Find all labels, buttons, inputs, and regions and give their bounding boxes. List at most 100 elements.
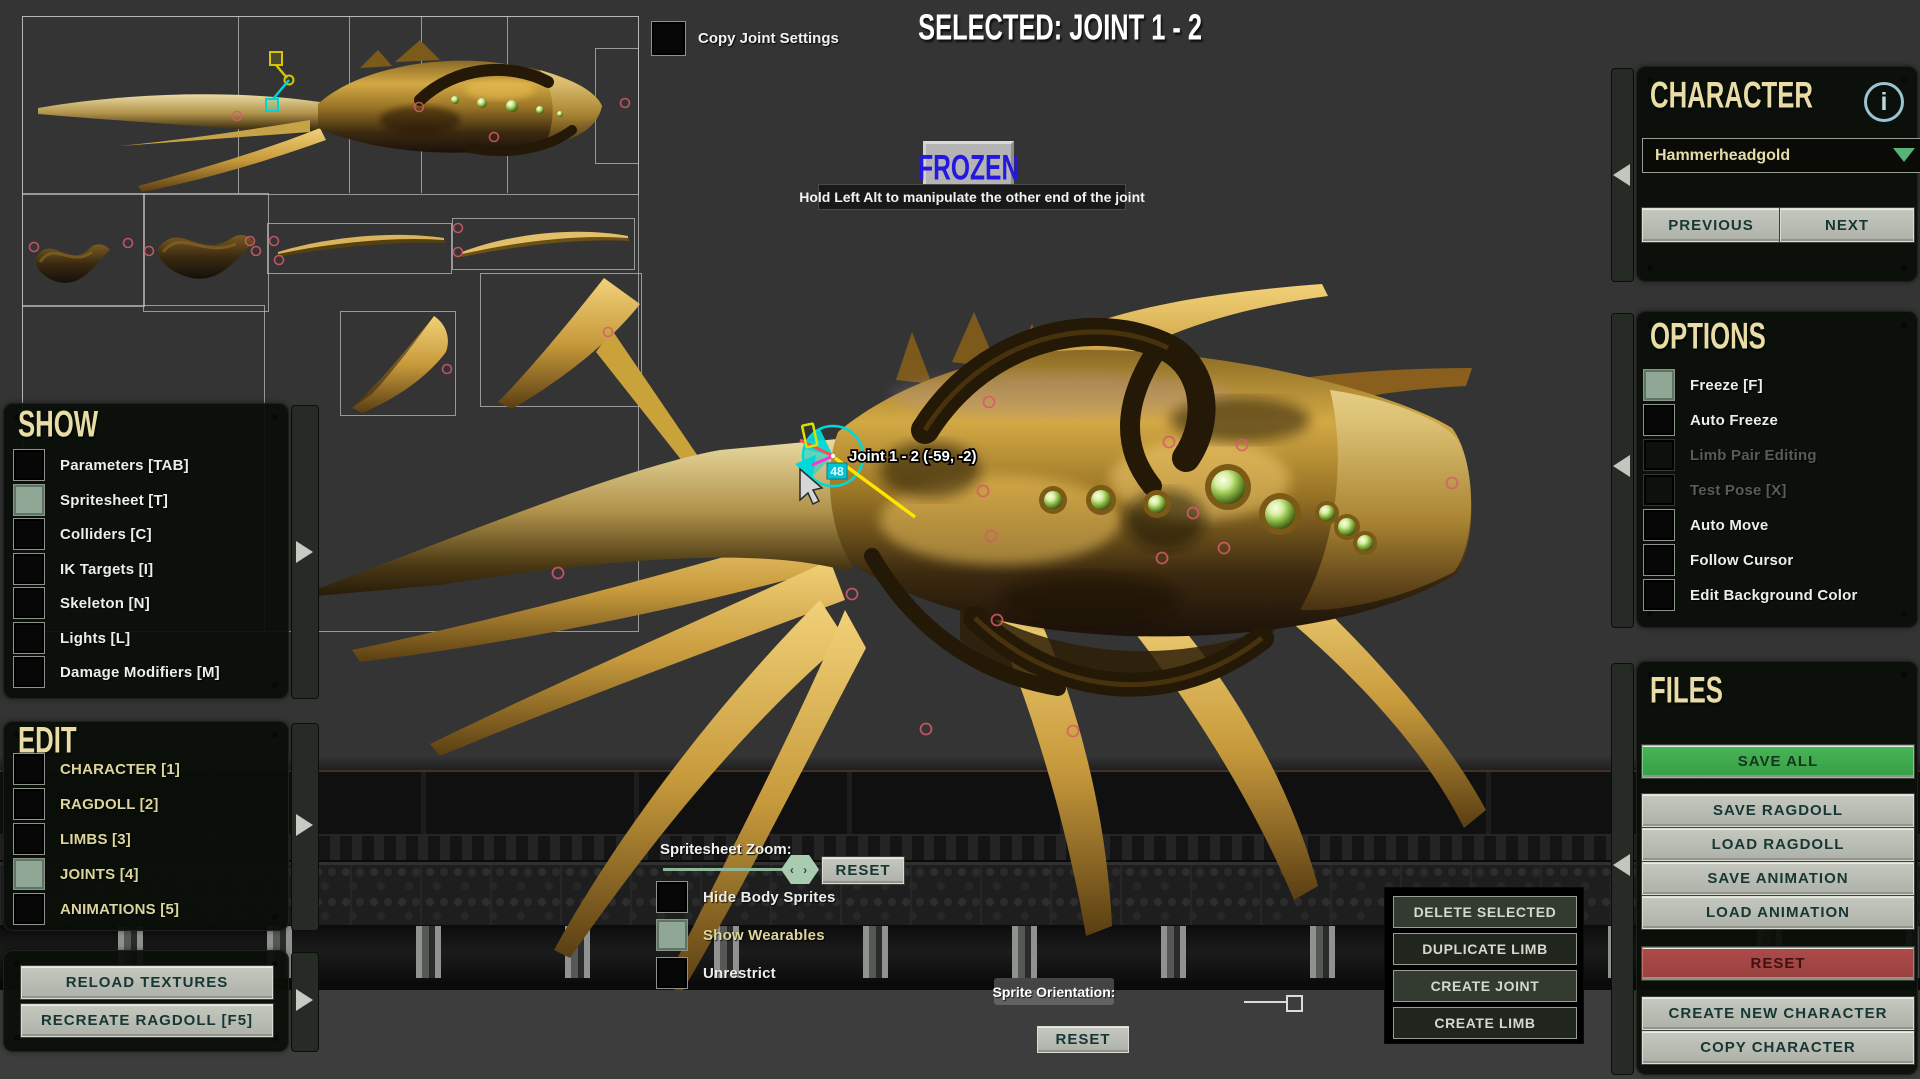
joint-angle-value: 48	[830, 465, 844, 479]
checkbox[interactable]	[656, 881, 688, 913]
copy-joint-settings-checkbox[interactable]	[651, 21, 686, 56]
reset-button[interactable]: RESET	[1642, 947, 1914, 980]
checkbox[interactable]	[656, 957, 688, 989]
checkbox[interactable]	[13, 656, 45, 688]
sprite-triangular-fin[interactable]	[352, 278, 706, 476]
unrestrict-row[interactable]: Unrestrict	[656, 957, 776, 989]
edit-item-joints[interactable]: JOINTS [4]	[13, 858, 139, 890]
sprite-orientation-slider[interactable]	[1286, 995, 1303, 1012]
checkbox[interactable]	[13, 484, 45, 516]
create-new-character-button[interactable]: CREATE NEW CHARACTER	[1642, 997, 1914, 1030]
chevron-left-icon	[1613, 164, 1630, 186]
page-title: SELECTED: JOINT 1 - 2	[880, 10, 1240, 46]
creature-hammerheadgold[interactable]	[293, 284, 1486, 992]
checkbox	[1643, 474, 1675, 506]
reload-textures-button[interactable]: RELOAD TEXTURES	[21, 966, 273, 999]
edit-item-character[interactable]: CHARACTER [1]	[13, 753, 180, 785]
limb-actions-group: DELETE SELECTED DUPLICATE LIMB CREATE JO…	[1385, 888, 1583, 1043]
slider-arrows-icon: ‹ ›	[790, 863, 810, 877]
checkbox[interactable]	[1643, 404, 1675, 436]
files-panel-collapse-tab[interactable]	[1611, 663, 1634, 1075]
duplicate-limb-button[interactable]: DUPLICATE LIMB	[1393, 933, 1577, 965]
sprite-orientation-track[interactable]	[1244, 1001, 1288, 1003]
delete-selected-button[interactable]: DELETE SELECTED	[1393, 896, 1577, 928]
sprite-orientation-label: Sprite Orientation:	[994, 978, 1114, 1005]
load-ragdoll-button[interactable]: LOAD RAGDOLL	[1642, 828, 1914, 861]
chevron-down-icon	[1893, 148, 1915, 162]
chevron-right-icon	[296, 541, 313, 563]
show-item-colliders[interactable]: Colliders [C]	[13, 518, 152, 550]
spritesheet-zoom-reset-button[interactable]: RESET	[822, 857, 904, 884]
hide-body-sprites-row[interactable]: Hide Body Sprites	[656, 881, 836, 913]
sprite-tail-segment[interactable]	[36, 235, 254, 283]
show-wearables-row[interactable]: Show Wearables	[656, 919, 825, 951]
show-panel-title: SHOW	[18, 405, 121, 443]
character-panel: CHARACTER i Hammerheadgold PREVIOUS NEXT	[1636, 66, 1918, 282]
chevron-left-icon	[1613, 854, 1630, 876]
option-freeze[interactable]: Freeze [F]	[1643, 369, 1763, 401]
edit-item-ragdoll[interactable]: RAGDOLL [2]	[13, 788, 159, 820]
checkbox[interactable]	[13, 788, 45, 820]
info-icon[interactable]: i	[1864, 82, 1904, 122]
sprite-full-body[interactable]	[38, 40, 602, 192]
character-select-dropdown[interactable]: Hammerheadgold	[1642, 138, 1920, 173]
options-panel-title: OPTIONS	[1650, 317, 1799, 355]
edit-panel: EDIT CHARACTER [1] RAGDOLL [2] LIMBS [3]…	[3, 721, 289, 931]
load-animation-button[interactable]: LOAD ANIMATION	[1642, 896, 1914, 929]
options-panel-collapse-tab[interactable]	[1611, 313, 1634, 628]
copy-character-button[interactable]: COPY CHARACTER	[1642, 1031, 1914, 1064]
copy-joint-settings-label: Copy Joint Settings	[698, 30, 839, 47]
checkbox[interactable]	[1643, 369, 1675, 401]
show-item-ik-targets[interactable]: IK Targets [I]	[13, 553, 153, 585]
show-item-skeleton[interactable]: Skeleton [N]	[13, 587, 150, 619]
checkbox[interactable]	[13, 823, 45, 855]
checkbox[interactable]	[13, 753, 45, 785]
files-panel: FILES SAVE ALL SAVE RAGDOLL LOAD RAGDOLL…	[1636, 661, 1918, 1075]
option-edit-background-color[interactable]: Edit Background Color	[1643, 579, 1858, 611]
character-panel-title: CHARACTER	[1650, 76, 1859, 114]
panel-screws	[14, 961, 20, 967]
sprite-orientation-reset-button[interactable]: RESET	[1037, 1026, 1129, 1053]
joint-label: Joint 1 - 2 (-59, -2)	[849, 448, 977, 465]
create-limb-button[interactable]: CREATE LIMB	[1393, 1007, 1577, 1039]
texture-actions-panel: RELOAD TEXTURES RECREATE RAGDOLL [F5]	[3, 950, 289, 1052]
checkbox[interactable]	[13, 858, 45, 890]
checkbox[interactable]	[13, 893, 45, 925]
option-test-pose: Test Pose [X]	[1643, 474, 1787, 506]
checkbox[interactable]	[13, 622, 45, 654]
show-panel: SHOW Parameters [TAB] Spritesheet [T] Co…	[3, 403, 289, 699]
option-auto-freeze[interactable]: Auto Freeze	[1643, 404, 1778, 436]
show-panel-collapse-tab[interactable]	[291, 405, 319, 699]
spritesheet-zoom-label: Spritesheet Zoom:	[660, 841, 792, 858]
checkbox[interactable]	[13, 449, 45, 481]
show-item-damage-modifiers[interactable]: Damage Modifiers [M]	[13, 656, 220, 688]
edit-item-limbs[interactable]: LIMBS [3]	[13, 823, 131, 855]
checkbox[interactable]	[1643, 544, 1675, 576]
character-editor: 48 Joint 1 - 2 (-59, -2) Copy Joint Sett…	[0, 0, 1920, 1079]
checkbox[interactable]	[1643, 509, 1675, 541]
show-item-spritesheet[interactable]: Spritesheet [T]	[13, 484, 168, 516]
show-item-lights[interactable]: Lights [L]	[13, 622, 130, 654]
option-follow-cursor[interactable]: Follow Cursor	[1643, 544, 1793, 576]
create-joint-button[interactable]: CREATE JOINT	[1393, 970, 1577, 1002]
texture-actions-collapse-tab[interactable]	[291, 952, 319, 1052]
save-ragdoll-button[interactable]: SAVE RAGDOLL	[1642, 794, 1914, 827]
chevron-right-icon	[296, 814, 313, 836]
checkbox[interactable]	[1643, 579, 1675, 611]
save-all-button[interactable]: SAVE ALL	[1642, 745, 1914, 778]
checkbox[interactable]	[13, 518, 45, 550]
previous-character-button[interactable]: PREVIOUS	[1642, 208, 1780, 242]
checkbox[interactable]	[13, 553, 45, 585]
save-animation-button[interactable]: SAVE ANIMATION	[1642, 862, 1914, 895]
checkbox[interactable]	[13, 587, 45, 619]
checkbox[interactable]	[656, 919, 688, 951]
option-auto-move[interactable]: Auto Move	[1643, 509, 1768, 541]
recreate-ragdoll-button[interactable]: RECREATE RAGDOLL [F5]	[21, 1004, 273, 1037]
edit-panel-collapse-tab[interactable]	[291, 723, 319, 931]
chevron-right-icon	[296, 989, 313, 1011]
show-item-parameters[interactable]: Parameters [TAB]	[13, 449, 189, 481]
character-panel-collapse-tab[interactable]	[1611, 68, 1634, 282]
edit-item-animations[interactable]: ANIMATIONS [5]	[13, 893, 179, 925]
next-character-button[interactable]: NEXT	[1780, 208, 1914, 242]
files-panel-title: FILES	[1650, 671, 1744, 709]
